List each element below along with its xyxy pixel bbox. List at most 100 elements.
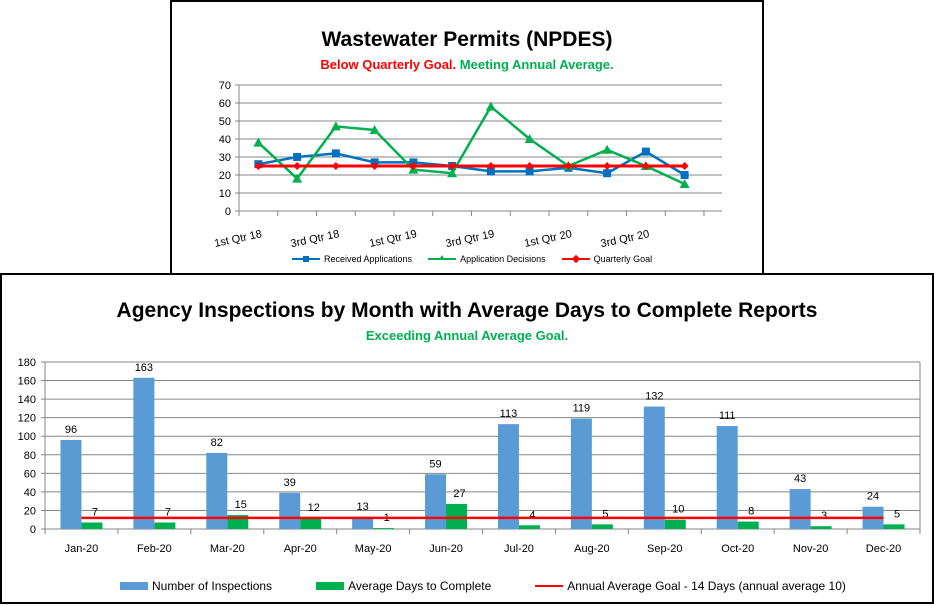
x-tick-label: Dec-20 [866,543,901,555]
wastewater-permits-chart: Wastewater Permits (NPDES) Below Quarter… [170,0,764,275]
y-tick-label: 10 [219,188,231,200]
bar-inspections [497,424,519,529]
x-tick-label: 3rd Qtr 19 [445,228,496,250]
bar-inspections [570,418,592,529]
legend-label: Number of Inspections [152,579,273,593]
legend: Received Applications Application Decisio… [292,254,668,264]
data-point [602,144,613,154]
legend-swatch [561,254,590,264]
bar-inspections [133,377,155,529]
x-tick-label: Jan-20 [65,543,99,555]
legend-item: Average Days to Complete [316,579,491,593]
bar-avg-days [373,528,395,529]
data-label: 8 [748,506,754,518]
y-tick-label: 80 [24,450,36,462]
data-label: 59 [429,458,441,470]
legend-label: Application Decisions [460,254,546,264]
legend-swatch [428,255,457,260]
y-tick-label: 70 [219,80,231,92]
data-label: 119 [573,403,591,415]
legend-label: Quarterly Goal [593,254,653,264]
x-tick-label: Jul-20 [504,543,534,555]
x-tick-label: Feb-20 [137,543,172,555]
bar-avg-days [810,526,832,529]
x-tick-label: Aug-20 [574,543,609,555]
data-label: 113 [500,408,518,420]
data-label: 3 [821,510,827,522]
x-tick-label: 1st Qtr 18 [213,228,263,250]
x-tick-label: 1st Qtr 19 [368,228,418,250]
data-label: 111 [719,410,736,422]
bar-avg-days [883,524,905,529]
data-point [293,153,302,161]
legend-item: Quarterly Goal [561,254,653,264]
legend-label: Average Days to Complete [348,579,492,593]
y-tick-label: 40 [24,487,36,499]
data-point [331,162,340,170]
data-point [293,162,302,170]
y-tick-label: 120 [18,413,36,425]
x-tick-label: 3rd Qtr 20 [600,228,651,250]
x-tick-label: Sep-20 [647,543,682,555]
x-tick-label: Oct-20 [721,543,754,555]
data-point [680,171,689,179]
y-tick-label: 50 [219,116,231,128]
y-tick-label: 20 [24,505,36,517]
legend-swatch [535,585,564,587]
bar-avg-days [81,522,103,529]
y-tick-label: 40 [219,134,231,146]
data-label: 27 [453,488,465,500]
bar-avg-days [300,517,322,529]
x-tick-label: 3rd Qtr 18 [290,228,341,250]
series-line-application-decisions [257,104,686,186]
legend-item: Received Applications [292,254,412,264]
data-label: 15 [235,499,247,511]
bar-inspections [425,474,447,529]
data-label: 5 [894,508,900,520]
y-tick-label: 140 [18,394,36,406]
data-label: 12 [308,502,320,514]
data-point [603,162,612,170]
legend: Number of Inspections Average Days to Com… [120,579,890,593]
legend-item: Annual Average Goal - 14 Days (annual av… [535,579,846,593]
data-label: 10 [672,504,684,516]
bar-avg-days [591,524,613,529]
agency-inspections-chart: Agency Inspections by Month with Average… [0,273,934,604]
legend-swatch [316,582,345,590]
legend-swatch [120,582,148,590]
x-tick-label: Mar-20 [210,543,245,555]
bar-inspections [60,439,82,529]
legend-label: Received Applications [324,254,413,264]
x-tick-label: Jun-20 [429,543,463,555]
legend-swatch [292,256,320,262]
data-label: 39 [284,477,296,489]
y-tick-label: 60 [24,468,36,480]
data-label: 13 [357,501,369,513]
bar-avg-days [446,503,468,529]
data-point [641,147,650,156]
data-label: 82 [211,437,223,449]
bar-inspections [716,426,738,529]
data-label: 163 [135,362,153,374]
legend-item: Application Decisions [428,254,546,264]
bar-avg-days [664,519,686,529]
y-tick-label: 100 [18,431,36,443]
y-tick-label: 0 [30,524,36,536]
bar-avg-days [154,522,176,529]
y-tick-label: 180 [18,357,36,369]
data-label: 4 [529,509,535,521]
y-tick-label: 160 [18,376,36,388]
bar-inspections [279,492,301,529]
x-tick-label: May-20 [355,543,392,555]
x-tick-label: Nov-20 [793,543,828,555]
bar-avg-days [518,525,540,529]
data-point [331,149,340,158]
legend-item: Number of Inspections [120,579,272,593]
data-label: 132 [645,391,663,403]
x-tick-label: 1st Qtr 20 [523,228,573,250]
y-tick-label: 30 [219,152,231,164]
bar-inspections [643,406,665,529]
y-tick-label: 20 [219,170,231,182]
bar-plot-area: 020406080100120140160180Jan-20967Feb-201… [18,357,921,555]
bar-avg-days [737,521,759,529]
